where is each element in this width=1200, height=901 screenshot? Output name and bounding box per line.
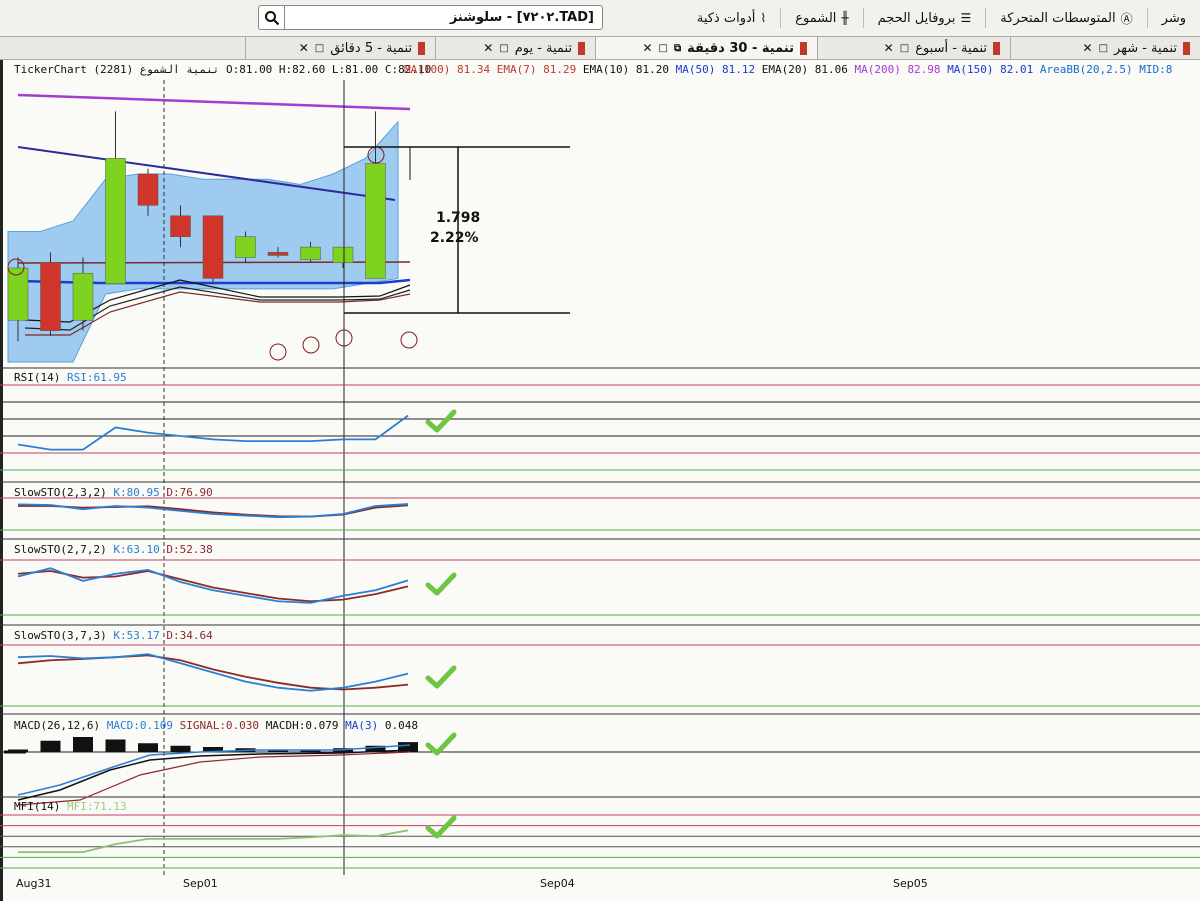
sto3-header: SlowSTO(3,7,3) K:53.17 D:34.64 [14,629,213,642]
macd-signal-line [17,749,411,801]
ind-1-name: EMA(7) [496,63,537,76]
checkmark-icon [425,732,457,756]
ind-5-value: 82.98 [907,63,941,76]
macd-ma-value: 0.048 [384,719,419,732]
candle-body [365,163,386,279]
indicator-panels [0,367,1200,869]
date-label: Sep01 [183,877,218,890]
ma200-line [17,93,411,111]
candle-body [332,246,354,264]
price-header: TickerChart تنمية الشموع (2281) O:81.00 … [14,63,431,76]
rsi-value: RSI:61.95 [66,371,127,384]
macd-value: MACD:0.109 [106,719,173,732]
mfi-value: MFI:71.13 [66,800,127,813]
sto1-header: SlowSTO(2,3,2) K:80.95 D:76.90 [14,486,213,499]
sto2-k: K:63.10 [113,543,160,556]
date-label: Aug31 [16,877,52,890]
sto1-label: SlowSTO(2,3,2) [14,486,107,499]
candle-body [40,262,61,331]
macd-label: MACD(26,12,6) [14,719,101,732]
ind-0-value: 81.34 [456,63,491,76]
rsi-label: RSI(14) [14,371,61,384]
sto1-line [17,503,409,519]
checkmark-icon [425,409,457,433]
sto2-line [17,570,409,603]
measure-change: 1.798 [436,210,481,226]
macd-hist-value: MACDH:0.079 [265,719,339,732]
candle-body [202,215,224,279]
ind-6-name: MA(150) [947,63,994,76]
ind-0-name: MA(100) [404,63,451,76]
ind-7-value: MID:8 [1139,63,1173,76]
candle-body [267,252,289,256]
ind-5-name: MA(200) [854,63,901,76]
ind-4-name: EMA(20) [761,63,809,76]
marker-circle [302,336,320,354]
date-label: Sep05 [893,877,928,890]
ind-3-value: 81.12 [721,63,756,76]
rsi-line [17,414,409,451]
ind-2-value: 81.20 [635,63,669,76]
candle-body [105,158,126,284]
price-header-title: TickerChart تنمية الشموع (2281) O:81.00 … [14,63,432,76]
measure-percent: 2.22% [430,230,479,246]
marker-circle [400,331,418,349]
macd-ma-label: MA(3) [345,719,379,732]
macd-signal: SIGNAL:0.030 [179,719,260,732]
rsi-header: RSI(14) RSI:61.95 [14,371,127,384]
candle-body [170,215,191,237]
mfi-header: MFI(14) MFI:71.13 [14,800,127,813]
mfi-line [18,829,409,853]
checkmark-icon [425,665,457,689]
macd-hist-bar [73,737,93,752]
sto1-d: D:76.90 [166,486,213,499]
ind-3-name: MA(50) [675,63,716,76]
macd-hist-bar [105,739,126,752]
chart-canvas[interactable] [0,0,1200,901]
checkmark-icon [425,572,457,596]
ind-4-value: 81.06 [814,63,848,76]
indicator-legend: MA(100) 81.34 EMA(7) 81.29 EMA(10) 81.20… [404,63,1172,76]
ind-2-name: EMA(10) [582,63,630,76]
candle-body [137,173,159,206]
sto2-header: SlowSTO(2,7,2) K:63.10 D:52.38 [14,543,213,556]
macd-hist-bar [40,740,61,752]
marker-circle [269,343,287,361]
macd-hist-bar [170,745,191,752]
ind-1-value: 81.29 [543,63,577,76]
candle-body [235,236,256,258]
sto1-k: K:80.95 [113,486,160,499]
mfi-label: MFI(14) [14,800,61,813]
ind-6-value: 82.01 [1000,63,1034,76]
macd-hist-bar [8,749,28,752]
date-label: Sep04 [540,877,575,890]
candle-body [72,272,94,321]
checkmark-icon [425,815,457,839]
sto3-d: D:34.64 [166,629,213,642]
candle-body [7,267,29,321]
ind-7-name: AreaBB(20,2.5) [1039,63,1133,76]
sto3-label: SlowSTO(3,7,3) [14,629,107,642]
macd-header: MACD(26,12,6) MACD:0.109 SIGNAL:0.030 MA… [14,719,418,732]
sto3-k: K:53.17 [113,629,160,642]
sto2-label: SlowSTO(2,7,2) [14,543,107,556]
macd-hist-bar [138,743,158,752]
candle-body [300,246,321,260]
sto2-d: D:52.38 [166,543,213,556]
